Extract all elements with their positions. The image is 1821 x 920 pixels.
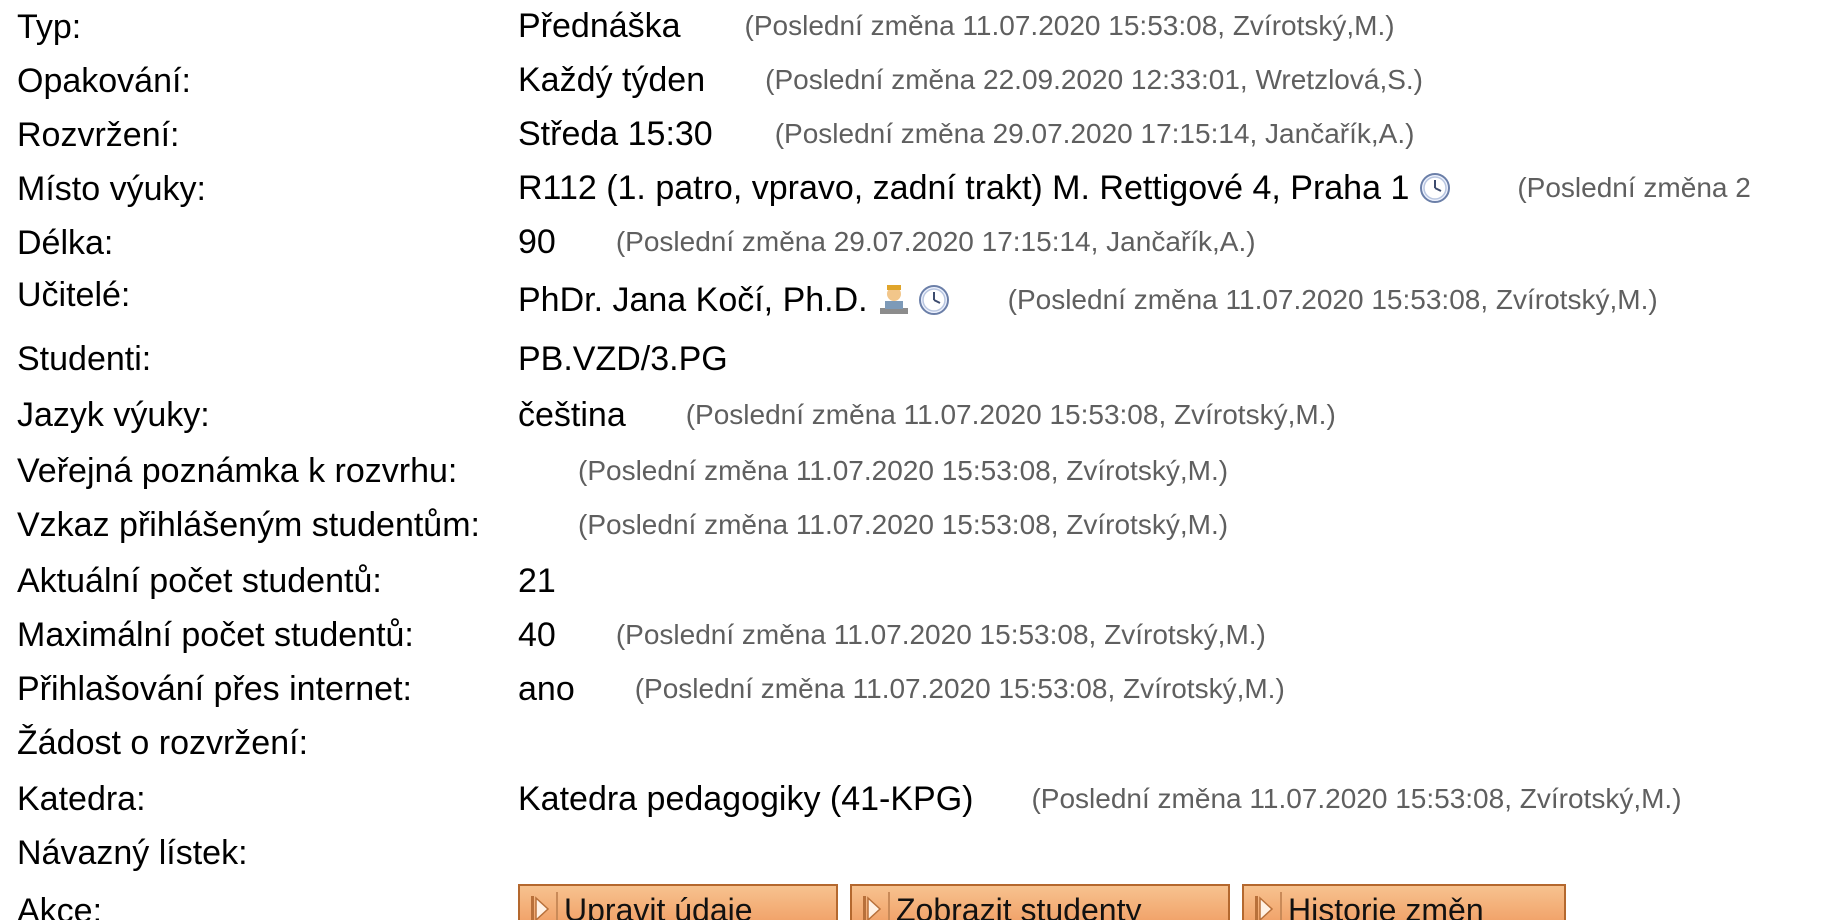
row-label: Místo výuky:: [17, 170, 206, 208]
row-katedra: Katedra: Katedra pedagogiky (41-KPG) (Po…: [0, 768, 1821, 822]
row-value: PB.VZD/3.PG: [518, 340, 728, 378]
row-value: Středa 15:30 (Poslední změna 29.07.2020 …: [518, 115, 1414, 153]
row-value: R112 (1. patro, vpravo, zadní trakt) M. …: [518, 169, 1751, 207]
row-value: 40 (Poslední změna 11.07.2020 15:53:08, …: [518, 616, 1266, 654]
value-text: 40: [518, 616, 556, 654]
value-text: čeština: [518, 396, 626, 434]
row-label: Návazný lístek:: [17, 834, 248, 872]
row-value: 90 (Poslední změna 29.07.2020 17:15:14, …: [518, 223, 1256, 261]
row-zadost-o-rozvrzeni: Žádost o rozvržení:: [0, 714, 1821, 768]
row-value: (Poslední změna 11.07.2020 15:53:08, Zví…: [578, 452, 1228, 490]
play-step-icon: [1252, 892, 1282, 920]
value-text: Každý týden: [518, 61, 706, 99]
last-change-text: (Poslední změna 22.09.2020 12:33:01, Wre…: [765, 64, 1424, 95]
value-text: Přednáška: [518, 7, 681, 45]
action-buttons: Upravit údaje Zobrazit studenty Historie…: [518, 884, 1566, 920]
last-change-text: (Poslední změna 11.07.2020 15:53:08, Zví…: [744, 10, 1395, 41]
row-label: Veřejná poznámka k rozvrhu:: [17, 452, 458, 490]
row-aktualni-pocet: Aktuální počet studentů: 21: [0, 552, 1821, 606]
button-label: Zobrazit studenty: [896, 892, 1142, 920]
row-value: Přednáška (Poslední změna 11.07.2020 15:…: [518, 7, 1395, 45]
row-navazny-listek: Návazný lístek:: [0, 822, 1821, 876]
row-value: ano (Poslední změna 11.07.2020 15:53:08,…: [518, 670, 1285, 708]
row-rozvrzeni: Rozvržení: Středa 15:30 (Poslední změna …: [0, 108, 1821, 162]
show-students-button[interactable]: Zobrazit studenty: [850, 884, 1230, 920]
last-change-text: (Poslední změna 11.07.2020 15:53:08, Zví…: [1007, 284, 1658, 315]
row-value: (Poslední změna 11.07.2020 15:53:08, Zví…: [578, 506, 1228, 544]
last-change-text: (Poslední změna 11.07.2020 15:53:08, Zví…: [685, 399, 1336, 430]
clock-icon[interactable]: [1417, 170, 1453, 206]
button-label: Upravit údaje: [564, 892, 753, 920]
play-step-icon: [860, 892, 890, 920]
row-value: Každý týden (Poslední změna 22.09.2020 1…: [518, 61, 1423, 99]
row-label: Katedra:: [17, 780, 146, 818]
row-label: Maximální počet studentů:: [17, 616, 414, 654]
row-label: Opakování:: [17, 62, 191, 100]
change-history-button[interactable]: Historie změn: [1242, 884, 1566, 920]
teacher-link[interactable]: PhDr. Jana Kočí, Ph.D.: [518, 281, 868, 319]
row-label: Délka:: [17, 224, 114, 262]
row-label: Vzkaz přihlášeným studentům:: [17, 506, 480, 544]
row-value: čeština (Poslední změna 11.07.2020 15:53…: [518, 396, 1336, 434]
last-change-text: (Poslední změna 11.07.2020 15:53:08, Zví…: [1031, 783, 1682, 814]
last-change-text: (Poslední změna 29.07.2020 17:15:14, Jan…: [774, 118, 1415, 149]
row-label: Studenti:: [17, 340, 152, 378]
course-detail-page: Typ: Přednáška (Poslední změna 11.07.202…: [0, 0, 1821, 920]
student-group-link[interactable]: PB.VZD/3.PG: [518, 340, 728, 378]
row-ucitele: Učitelé: PhDr. Jana Kočí, Ph.D. (Posledn…: [0, 274, 1821, 328]
last-change-text: (Poslední změna 11.07.2020 15:53:08, Zví…: [578, 509, 1229, 540]
department-link[interactable]: Katedra pedagogiky (41-KPG): [518, 780, 973, 818]
row-label: Žádost o rozvržení:: [17, 724, 309, 762]
row-vzkaz-studentum: Vzkaz přihlášeným studentům: (Poslední z…: [0, 498, 1821, 552]
row-label: Typ:: [17, 8, 82, 46]
teacher-icon[interactable]: [876, 282, 912, 318]
last-change-text: (Poslední změna 11.07.2020 15:53:08, Zví…: [615, 619, 1266, 650]
row-prihlasovani: Přihlašování přes internet: ano (Posledn…: [0, 660, 1821, 714]
value-text: 21: [518, 562, 556, 600]
row-typ: Typ: Přednáška (Poslední změna 11.07.202…: [0, 0, 1821, 54]
play-step-icon: [528, 892, 558, 920]
value-text: R112 (1. patro, vpravo, zadní trakt) M. …: [518, 169, 1410, 207]
row-value: PhDr. Jana Kočí, Ph.D. (Poslední změna 1…: [518, 281, 1658, 319]
row-label: Učitelé:: [17, 276, 131, 314]
row-label: Aktuální počet studentů:: [17, 562, 382, 600]
row-studenti: Studenti: PB.VZD/3.PG: [0, 336, 1821, 390]
row-label: Jazyk výuky:: [17, 396, 210, 434]
clock-icon[interactable]: [916, 282, 952, 318]
last-change-text: (Poslední změna 2: [1517, 172, 1751, 203]
value-text: Středa 15:30: [518, 115, 713, 153]
row-maximalni-pocet: Maximální počet studentů: 40 (Poslední z…: [0, 606, 1821, 660]
edit-details-button[interactable]: Upravit údaje: [518, 884, 838, 920]
last-change-text: (Poslední změna 11.07.2020 15:53:08, Zví…: [634, 673, 1285, 704]
button-label: Historie změn: [1288, 892, 1484, 920]
last-change-text: (Poslední změna 29.07.2020 17:15:14, Jan…: [615, 226, 1256, 257]
row-misto-vyuky: Místo výuky: R112 (1. patro, vpravo, zad…: [0, 162, 1821, 216]
row-value: Katedra pedagogiky (41-KPG) (Poslední zm…: [518, 780, 1682, 818]
row-delka: Délka: 90 (Poslední změna 29.07.2020 17:…: [0, 216, 1821, 270]
value-text: 90: [518, 223, 556, 261]
row-label: Akce:: [17, 892, 103, 920]
last-change-text: (Poslední změna 11.07.2020 15:53:08, Zví…: [578, 455, 1229, 486]
row-verejna-poznamka: Veřejná poznámka k rozvrhu: (Poslední zm…: [0, 444, 1821, 498]
value-text: ano: [518, 670, 575, 708]
row-label: Přihlašování přes internet:: [17, 670, 412, 708]
row-jazyk-vyuky: Jazyk výuky: čeština (Poslední změna 11.…: [0, 390, 1821, 444]
row-value: 21: [518, 562, 556, 600]
row-opakovani: Opakování: Každý týden (Poslední změna 2…: [0, 54, 1821, 108]
row-label: Rozvržení:: [17, 116, 180, 154]
